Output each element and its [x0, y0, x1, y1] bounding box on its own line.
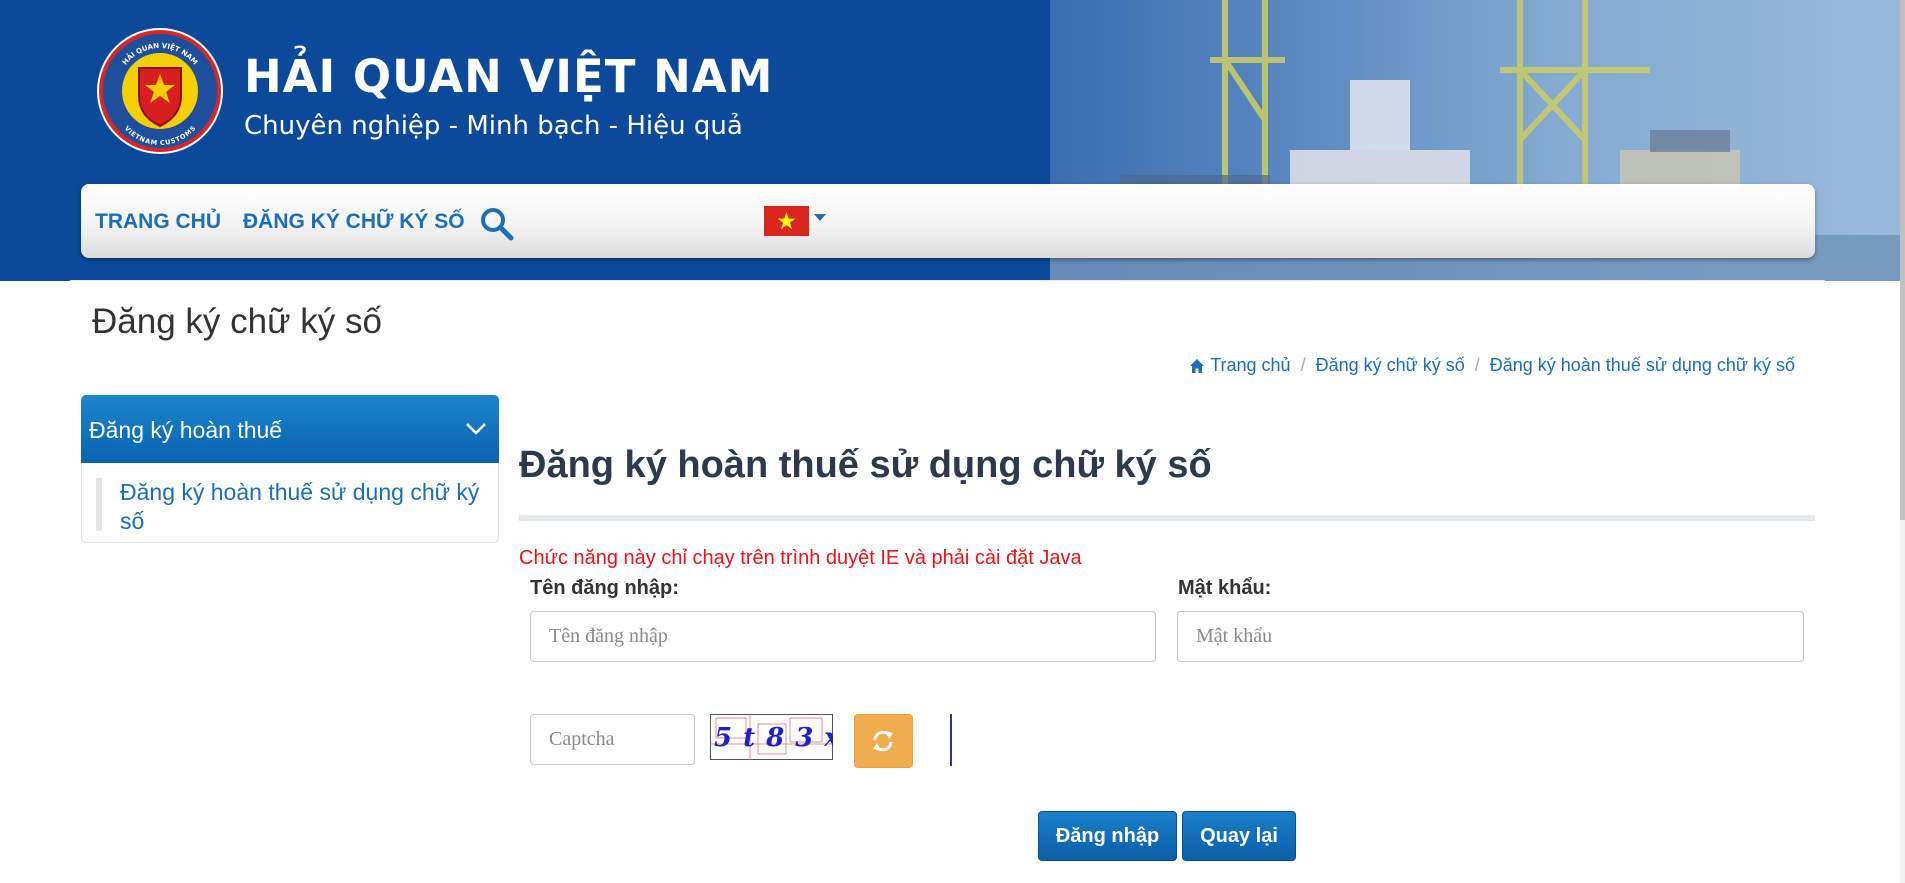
- back-button[interactable]: Quay lại: [1182, 811, 1296, 861]
- page-divider: [70, 280, 1825, 281]
- scrollbar-thumb[interactable]: [1900, 0, 1905, 520]
- search-icon[interactable]: [480, 207, 514, 241]
- nav-home-link[interactable]: TRANG CHỦ: [95, 210, 221, 234]
- site-slogan: Chuyên nghiệp - Minh bạch - Hiệu quả: [244, 111, 743, 141]
- site-header: HẢI QUAN VIỆT NAM VIETNAM CUSTOMS HẢI QU…: [0, 0, 1905, 281]
- main-navbar: TRANG CHỦ ĐĂNG KÝ CHỮ KÝ SỐ: [81, 184, 1815, 258]
- site-title: HẢI QUAN VIỆT NAM: [244, 50, 774, 103]
- browser-warning-text: Chức năng này chỉ chạy trên trình duyệt …: [519, 547, 1082, 569]
- refresh-icon: [873, 730, 893, 752]
- username-label: Tên đăng nhập:: [530, 577, 679, 599]
- breadcrumb-home[interactable]: Trang chủ: [1210, 355, 1290, 376]
- page-title: Đăng ký chữ ký số: [92, 302, 382, 341]
- login-button[interactable]: Đăng nhập: [1038, 811, 1177, 861]
- sidebar-header-tax-refund[interactable]: Đăng ký hoàn thuế: [81, 395, 499, 463]
- home-icon: [1190, 358, 1205, 373]
- language-selector[interactable]: [764, 206, 830, 236]
- password-label: Mật khẩu:: [1178, 577, 1272, 599]
- form-title: Đăng ký hoàn thuế sử dụng chữ ký số: [519, 444, 1212, 486]
- captcha-text: 5t83x: [714, 723, 833, 753]
- page-scrollbar[interactable]: [1900, 0, 1905, 883]
- breadcrumb-separator: /: [1300, 355, 1306, 375]
- captcha-image: 5t83x: [710, 714, 833, 760]
- password-input[interactable]: [1177, 611, 1804, 662]
- captcha-input[interactable]: [530, 714, 695, 765]
- vietnam-flag-icon: [764, 206, 809, 236]
- sidebar-menu: Đăng ký hoàn thuế Đăng ký hoàn thuế sử d…: [81, 395, 499, 543]
- username-input[interactable]: [530, 611, 1156, 662]
- breadcrumb-current[interactable]: Đăng ký hoàn thuế sử dụng chữ ký số: [1490, 355, 1795, 376]
- captcha-refresh-button[interactable]: [854, 714, 913, 768]
- caret-down-icon: [814, 214, 826, 221]
- java-applet-placeholder: [950, 714, 952, 766]
- sidebar-item-tax-refund-signature[interactable]: Đăng ký hoàn thuế sử dụng chữ ký số: [120, 478, 480, 536]
- breadcrumb: Trang chủ / Đăng ký chữ ký số / Đăng ký …: [1189, 355, 1795, 376]
- breadcrumb-separator: /: [1474, 355, 1480, 375]
- nav-digital-signature-link[interactable]: ĐĂNG KÝ CHỮ KÝ SỐ: [243, 210, 465, 234]
- form-divider: [519, 515, 1815, 521]
- sidebar-item-indicator: [96, 478, 102, 531]
- customs-logo: HẢI QUAN VIỆT NAM VIETNAM CUSTOMS: [97, 28, 223, 154]
- chevron-down-icon: [466, 423, 486, 435]
- breadcrumb-digital-signature[interactable]: Đăng ký chữ ký số: [1316, 355, 1465, 376]
- sidebar-header-label: Đăng ký hoàn thuế: [89, 417, 283, 443]
